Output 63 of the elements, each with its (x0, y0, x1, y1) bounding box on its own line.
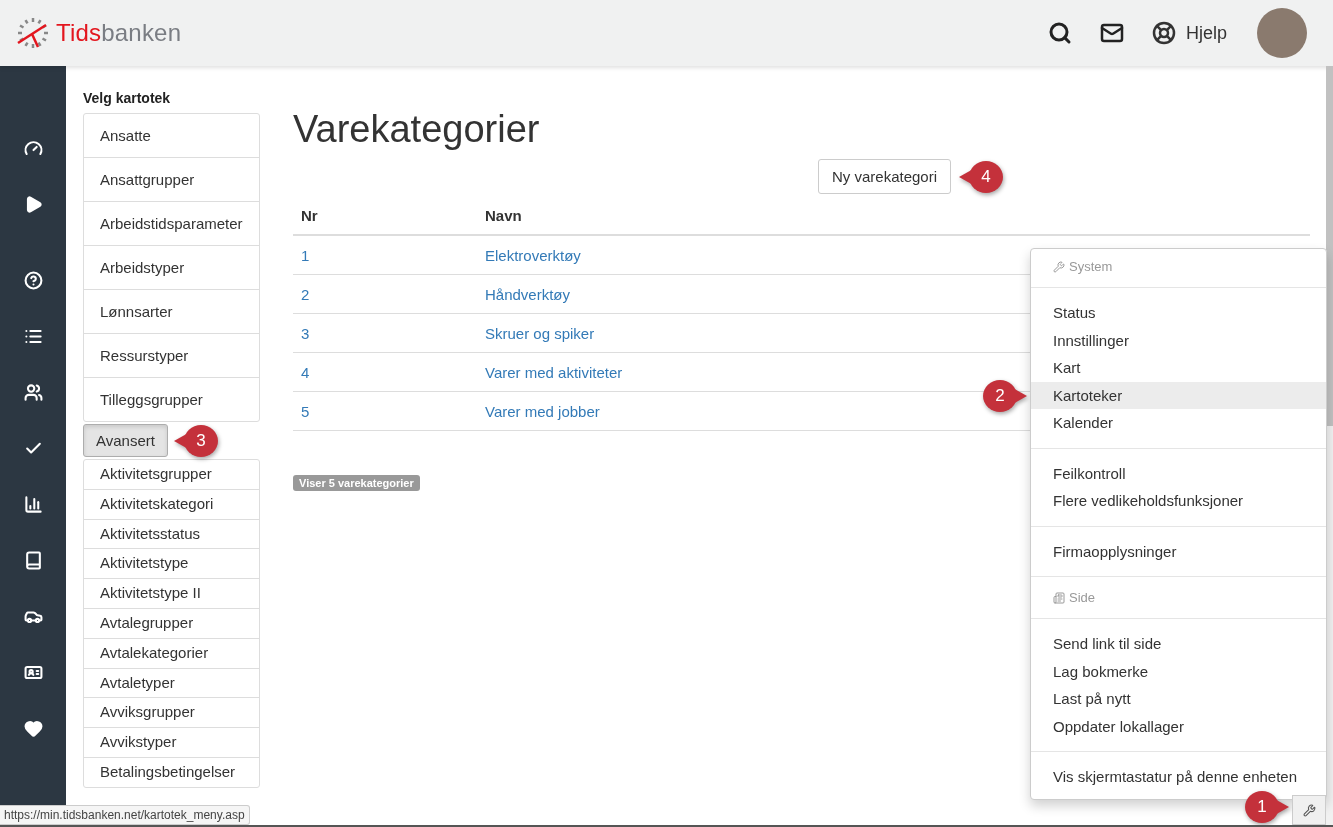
register-item[interactable]: Tilleggsgrupper (84, 377, 259, 421)
menu-item[interactable]: Innstillinger (1031, 326, 1326, 354)
scrollbar[interactable] (1326, 66, 1333, 826)
number-link[interactable]: 4 (293, 363, 310, 381)
register-item[interactable]: Arbeidstidsparameter (84, 201, 259, 245)
category-link[interactable]: Varer med jobber (477, 402, 600, 420)
help-link[interactable]: Hjelp (1151, 21, 1227, 45)
clock-logo-icon (16, 16, 50, 50)
menu-item[interactable]: Kart (1031, 354, 1326, 382)
category-link[interactable]: Varer med aktiviteter (477, 363, 623, 381)
menu-item[interactable]: Kartoteker (1031, 381, 1326, 409)
number-link[interactable]: 5 (293, 402, 310, 420)
number-link[interactable]: 3 (293, 324, 310, 342)
mail-icon[interactable] (1099, 21, 1124, 45)
menu-item[interactable]: Oppdater lokallager (1031, 712, 1326, 740)
register-item[interactable]: Aktivitetsstatus (84, 518, 259, 549)
wrench-icon (1053, 260, 1065, 273)
lifebuoy-icon (1151, 21, 1176, 45)
register-item[interactable]: Betalingsbetingelser (84, 756, 259, 787)
menu-item[interactable]: Last på nytt (1031, 685, 1326, 713)
register-item[interactable]: Avtalegrupper (84, 608, 259, 638)
column-header: Navn (484, 206, 523, 224)
column-header: Nr (300, 206, 319, 224)
brand-logo-text[interactable]: Tidsbanken (56, 19, 182, 47)
category-link[interactable]: Elektroverktøy (477, 246, 581, 264)
register-item[interactable]: Aktivitetstype (84, 548, 259, 579)
menu-section-header: System (1031, 257, 1326, 276)
page-title: Varekategorier (293, 108, 541, 151)
menu-item[interactable]: Firmaopplysninger (1031, 537, 1326, 565)
register-item[interactable]: Ansattgrupper (84, 157, 259, 201)
register-item[interactable]: Avvikstyper (84, 727, 259, 757)
category-link[interactable]: Skruer og spiker (477, 324, 595, 342)
page-icon (1053, 591, 1065, 604)
user-avatar[interactable] (1257, 8, 1307, 58)
menu-item[interactable]: Vis skjermtastatur på denne enheten (1031, 763, 1326, 791)
new-category-button[interactable]: Ny varekategori (818, 159, 952, 194)
register-item[interactable]: Avtaletyper (84, 667, 259, 698)
register-item[interactable]: Aktivitetsgrupper (84, 460, 259, 489)
register-item[interactable]: Avviksgrupper (84, 697, 259, 728)
register-item[interactable]: Ressurstyper (84, 333, 259, 377)
sidebar-title: Velg kartotek (83, 90, 172, 106)
menu-item[interactable]: Feilkontroll (1031, 459, 1326, 487)
advanced-button[interactable]: Avansert (83, 424, 168, 457)
register-item[interactable]: Avtalekategorier (84, 637, 259, 668)
number-link[interactable]: 2 (293, 285, 310, 303)
register-item[interactable]: Aktivitetskategori (84, 488, 259, 519)
register-item[interactable]: Lønnsarter (84, 289, 259, 333)
register-item[interactable]: Ansatte (84, 114, 259, 157)
menu-item[interactable]: Flere vedlikeholdsfunksjoner (1031, 487, 1326, 515)
menu-section-header: Side (1031, 588, 1326, 607)
menu-item[interactable]: Kalender (1031, 409, 1326, 437)
search-icon[interactable] (1047, 21, 1072, 45)
category-link[interactable]: Håndverktøy (477, 285, 571, 303)
register-item[interactable]: Arbeidstyper (84, 245, 259, 289)
tools-button[interactable] (1292, 795, 1326, 825)
status-url-tooltip: https://min.tidsbanken.net/kartotek_meny.asp (0, 805, 250, 825)
menu-item[interactable]: Status (1031, 299, 1326, 327)
menu-item[interactable]: Send link til side (1031, 630, 1326, 658)
register-item[interactable]: Aktivitetstype II (84, 578, 259, 608)
count-badge: Viser 5 varekategorier (293, 475, 420, 491)
number-link[interactable]: 1 (293, 246, 310, 264)
menu-item[interactable]: Lag bokmerke (1031, 657, 1326, 685)
wrench-icon (1302, 803, 1316, 817)
